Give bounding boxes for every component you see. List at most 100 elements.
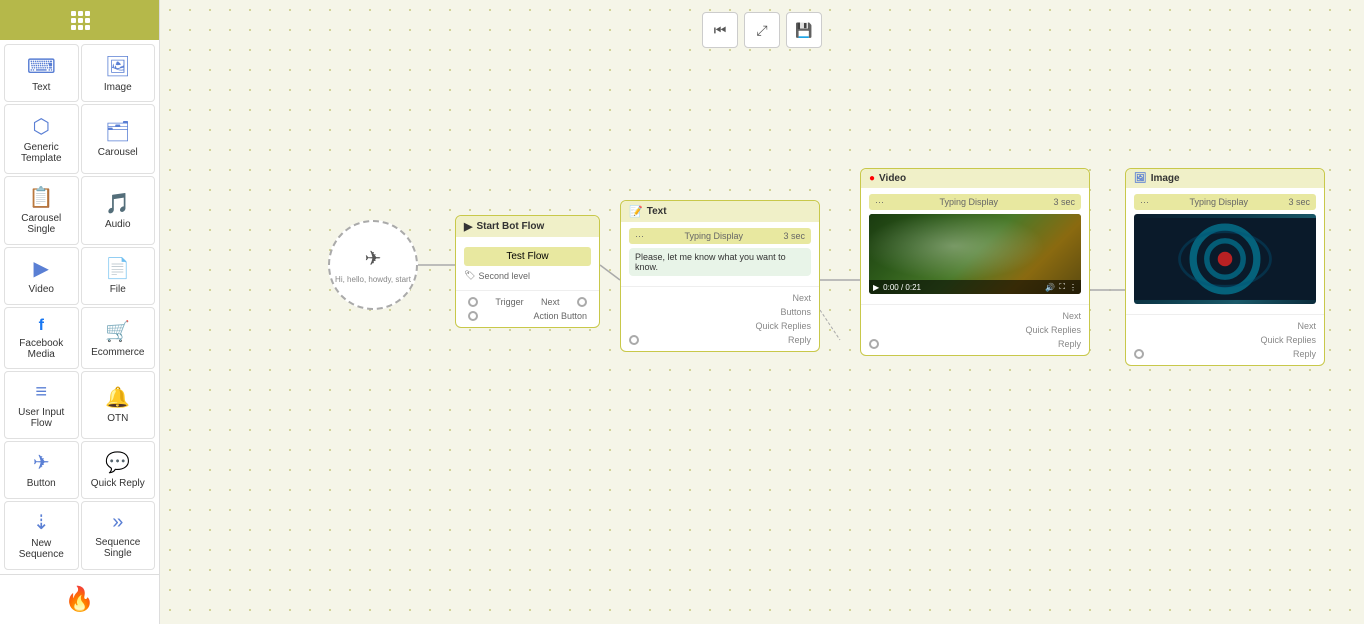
bot-flow-trigger-row: Trigger Next [464,295,591,309]
text-typing-bar: ··· Typing Display 3 sec [629,228,811,244]
footer-logo: 🔥 [65,585,95,614]
save-button[interactable]: 💾 [786,12,822,48]
carousel-icon: 🗂 [105,119,130,144]
video-icon: ▶ [34,256,49,281]
image-node[interactable]: 🖼 Image ··· Typing Display 3 sec [1125,168,1325,366]
file-icon: 📄 [105,256,130,281]
sidebar-header [0,0,159,40]
image-node-footer: Next Quick Replies Reply [1126,314,1324,365]
sidebar-carousel-single-label: Carousel Single [9,213,74,235]
video-thumbnail: ▶ 0:00 / 0:21 🔊 ⛶ ⋮ [869,214,1081,294]
text-buttons-label[interactable]: Buttons [780,307,811,317]
video-node-header: ● Video [861,169,1089,188]
text-typing-label: Typing Display [684,231,743,241]
keyboard-icon: ⌨ [27,54,56,79]
user-input-icon: ≡ [35,381,47,404]
sidebar-item-video[interactable]: ▶ Video [4,247,79,305]
text-node-header: 📝 Text [621,201,819,222]
video-reply-label[interactable]: Reply [1058,339,1081,349]
grid-icon [71,11,89,30]
fullscreen-icon[interactable]: ⛶ [1059,282,1065,292]
sidebar-generic-template-label: Generic Template [9,142,74,164]
sidebar-facebook-media-label: Facebook Media [9,338,74,360]
image-next-label[interactable]: Next [1297,321,1316,331]
fit-button[interactable]: ⤢ [744,12,780,48]
video-controls: ▶ 0:00 / 0:21 🔊 ⛶ ⋮ [869,280,1081,294]
sidebar-item-ecommerce[interactable]: 🛒 Ecommerce [81,307,156,369]
text-quick-replies-label[interactable]: Quick Replies [755,321,811,331]
video-next-label[interactable]: Next [1062,311,1081,321]
sidebar-item-file[interactable]: 📄 File [81,247,156,305]
image-footer-row2: Quick Replies [1134,333,1316,347]
canvas[interactable]: ⏮ ⤢ 💾 ✈ Hi, hello, howdy, start ▶ Start … [160,0,1364,624]
sidebar-quick-reply-label: Quick Reply [91,478,145,489]
start-icon: ✈ [365,246,382,271]
video-quick-replies-label[interactable]: Quick Replies [1025,325,1081,335]
text-node-footer: Next Buttons Quick Replies Reply [621,286,819,351]
trigger-connector [468,297,478,307]
sidebar-item-quick-reply[interactable]: 💬 Quick Reply [81,441,156,499]
sidebar-otn-label: OTN [107,413,128,424]
volume-icon[interactable]: 🔊 [1045,283,1055,292]
reset-button[interactable]: ⏮ [702,12,738,48]
bot-flow-node[interactable]: ▶ Start Bot Flow Test Flow 🏷 Second leve… [455,215,600,328]
text-next-label[interactable]: Next [792,293,811,303]
image-typing-bar: ··· Typing Display 3 sec [1134,194,1316,210]
video-typing-sec: 3 sec [1053,197,1075,207]
text-node-title: Text [647,206,667,217]
sidebar-item-text[interactable]: ⌨ Text [4,44,79,102]
start-node[interactable]: ✈ Hi, hello, howdy, start [328,220,418,310]
sequence-single-icon: » [112,511,123,534]
video-typing-label: Typing Display [939,197,998,207]
image-icon: 🖼 [105,54,130,79]
text-typing-dots: ··· [635,231,644,241]
sidebar-item-new-sequence[interactable]: ⇣ New Sequence [4,501,79,570]
image-node-body: ··· Typing Display 3 sec [1126,188,1324,314]
video-typing-dots: ··· [875,197,884,207]
image-quick-replies-label[interactable]: Quick Replies [1260,335,1316,345]
image-reply-label[interactable]: Reply [1293,349,1316,359]
text-reply-label[interactable]: Reply [788,335,811,345]
sidebar-sequence-single-label: Sequence Single [86,537,151,559]
sidebar-item-generic-template[interactable]: ⬡ Generic Template [4,104,79,173]
sidebar: ⌨ Text 🖼 Image ⬡ Generic Template 🗂 Caro… [0,0,160,624]
bot-flow-title: Start Bot Flow [476,221,544,232]
text-node[interactable]: 📝 Text ··· Typing Display 3 sec Please, … [620,200,820,352]
text-typing-sec: 3 sec [783,231,805,241]
sidebar-user-input-flow-label: User Input Flow [9,407,74,429]
trigger-label: Trigger [495,297,523,307]
button-icon: ✈ [33,450,50,475]
sidebar-item-carousel-single[interactable]: 📋 Carousel Single [4,176,79,245]
sidebar-item-audio[interactable]: 🎵 Audio [81,176,156,245]
otn-icon: 🔔 [105,385,130,410]
sidebar-item-image[interactable]: 🖼 Image [81,44,156,102]
sidebar-item-otn[interactable]: 🔔 OTN [81,371,156,438]
video-footer-row2: Quick Replies [869,323,1081,337]
video-reply-connector [869,339,879,349]
video-time: 0:00 / 0:21 [883,283,921,292]
image-reply-row: Reply [1134,347,1316,361]
sidebar-button-label: Button [27,478,56,489]
sidebar-item-sequence-single[interactable]: » Sequence Single [81,501,156,570]
start-text: Hi, hello, howdy, start [335,275,411,284]
sidebar-new-sequence-label: New Sequence [9,538,74,560]
image-svg [1134,214,1316,304]
sidebar-footer: 🔥 [0,574,159,624]
image-typing-sec: 3 sec [1288,197,1310,207]
sidebar-item-facebook-media[interactable]: f Facebook Media [4,307,79,369]
video-node[interactable]: ● Video ··· Typing Display 3 sec ▶ 0:00 … [860,168,1090,356]
play-icon[interactable]: ▶ [873,283,879,292]
audio-icon: 🎵 [105,191,130,216]
sidebar-item-button[interactable]: ✈ Button [4,441,79,499]
text-reply-row: Reply [629,333,811,347]
sidebar-image-label: Image [104,82,132,93]
new-sequence-icon: ⇣ [33,510,50,535]
action-connector [468,311,478,321]
video-typing-bar: ··· Typing Display 3 sec [869,194,1081,210]
sidebar-item-carousel[interactable]: 🗂 Carousel [81,104,156,173]
facebook-icon: f [39,317,44,335]
sidebar-item-user-input-flow[interactable]: ≡ User Input Flow [4,371,79,438]
action-label: Action Button [533,311,587,321]
image-node-title: Image [1151,173,1180,184]
video-more-icon[interactable]: ⋮ [1069,283,1077,292]
